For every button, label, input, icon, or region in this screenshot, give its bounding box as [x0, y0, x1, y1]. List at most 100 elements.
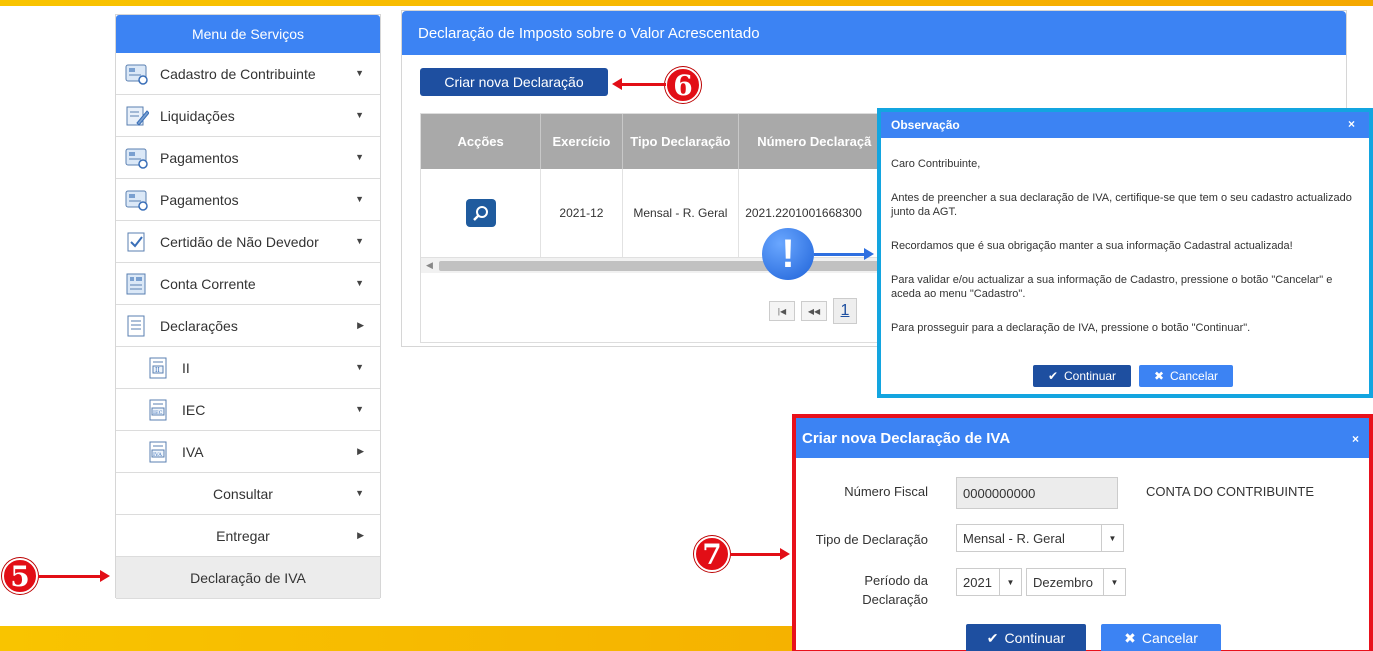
declaration-type-label: Tipo de Declaração [815, 532, 928, 547]
close-icon: ✖ [1153, 369, 1165, 383]
period-label: Período da Declaração [816, 573, 928, 607]
sidebar-item-label: Liquidações [160, 107, 235, 124]
sidebar-item-label: Consultar [213, 485, 273, 502]
sidebar-item-consultar[interactable]: Consultar ▼ [116, 473, 380, 515]
caret-down-icon: ▼ [355, 488, 364, 498]
sidebar-item-iec[interactable]: IEC IEC ▼ [116, 389, 380, 431]
chevron-down-icon: ▼ [999, 569, 1021, 595]
account-label: CONTA DO CONTRIBUINTE [1146, 484, 1315, 499]
period-label-line: Declaração [862, 592, 928, 607]
continue-label: Continuar [1064, 369, 1117, 383]
declaration-type-value: Mensal - R. Geral [963, 530, 1065, 546]
sidebar-item-label: Declaração de IVA [190, 569, 306, 586]
column-header[interactable]: Exercício [540, 114, 623, 169]
year-select[interactable]: 2021 ▼ [956, 568, 1022, 596]
caret-down-icon: ▼ [355, 152, 364, 162]
create-dialog-header: Criar nova Declaração de IVA × [796, 418, 1369, 458]
create-continue-button[interactable]: ✔ Continuar [966, 624, 1086, 651]
close-icon[interactable]: × [1348, 117, 1355, 131]
observation-paragraph: Para validar e/ou actualizar a sua infor… [891, 274, 1333, 300]
sidebar-item-ii[interactable]: II II ▼ [116, 347, 380, 389]
sidebar-item-certidao[interactable]: Certidão de Não Devedor ▼ [116, 221, 380, 263]
card-icon [124, 62, 150, 86]
type-cell: Mensal - R. Geral [622, 169, 740, 257]
document-icon [124, 314, 150, 338]
caret-down-icon: ▼ [355, 68, 364, 78]
observation-paragraph: Recordamos que é sua obrigação manter a … [891, 240, 1293, 252]
chevron-down-icon: ▼ [1103, 569, 1125, 595]
declaration-type-select[interactable]: Mensal - R. Geral ▼ [956, 524, 1124, 552]
column-header[interactable]: Tipo Declaração [622, 114, 740, 169]
arrow-left-icon [612, 78, 622, 90]
create-declaration-button[interactable]: Criar nova Declaração [420, 68, 608, 96]
sidebar-item-declaracoes[interactable]: Declarações ▶ [116, 305, 380, 347]
column-header[interactable]: Número Declaraçã [738, 114, 879, 169]
view-button[interactable] [465, 199, 496, 227]
caret-down-icon: ▼ [355, 194, 364, 204]
sidebar-item-pagamentos[interactable]: Pagamentos ▼ [116, 137, 380, 179]
column-header[interactable]: Acções [421, 114, 542, 169]
current-page-link[interactable]: 1 [833, 298, 857, 324]
actions-cell [421, 169, 542, 257]
sidebar-item-declaracao-iva[interactable]: Declaração de IVA [116, 557, 380, 599]
close-icon: ✖ [1124, 629, 1136, 646]
continue-button[interactable]: ✔ Continuar [1033, 365, 1131, 387]
sidebar-item-label: Pagamentos [160, 149, 239, 166]
previous-page-button[interactable]: ◀◀ [801, 301, 827, 321]
create-cancel-button[interactable]: ✖ Cancelar [1101, 624, 1221, 651]
checked-document-icon [124, 230, 150, 254]
observation-dialog: Observação × Caro Contribuinte, Antes de… [877, 108, 1373, 398]
arrow-right-icon [864, 248, 874, 260]
arrow-line [730, 553, 780, 556]
observation-dialog-header: Observação × [881, 112, 1369, 138]
arrow-line [622, 83, 666, 86]
caret-right-icon: ▶ [357, 320, 364, 330]
document-ii-icon: II [146, 356, 172, 380]
chevron-down-icon: ▼ [1101, 525, 1123, 551]
sidebar-item-label: Pagamentos [160, 191, 239, 208]
create-declaration-dialog: Criar nova Declaração de IVA × Número Fi… [792, 414, 1373, 651]
nif-label: Número Fiscal [844, 484, 928, 499]
scrollbar-thumb[interactable] [439, 261, 879, 271]
sidebar-item-entregar[interactable]: Entregar ▶ [116, 515, 380, 557]
observation-greeting: Caro Contribuinte, [891, 158, 981, 170]
caret-down-icon: ▼ [355, 278, 364, 288]
sidebar-item-label: Conta Corrente [160, 275, 256, 292]
sidebar-item-label: IVA [182, 443, 204, 460]
caret-right-icon: ▶ [357, 446, 364, 456]
document-iec-icon: IEC [146, 398, 172, 422]
arrow-right-icon [100, 570, 110, 582]
sidebar-item-cadastro[interactable]: Cadastro de Contribuinte ▼ [116, 53, 380, 95]
caret-down-icon: ▼ [355, 362, 364, 372]
sidebar-item-iva[interactable]: IVA IVA ▶ [116, 431, 380, 473]
card-icon [124, 146, 150, 170]
first-page-button[interactable]: |◀ [769, 301, 795, 321]
nif-field: 0000000000 [956, 477, 1118, 509]
edit-document-icon [124, 104, 150, 128]
arrow-line [38, 575, 100, 578]
card-icon [124, 188, 150, 212]
cancel-button[interactable]: ✖ Cancelar [1139, 365, 1233, 387]
scroll-left-icon[interactable]: ◀ [426, 260, 433, 271]
month-select[interactable]: Dezembro ▼ [1026, 568, 1126, 596]
cancel-label: Cancelar [1170, 369, 1219, 383]
sidebar-title: Menu de Serviços [116, 15, 380, 53]
sidebar-item-pagamentos-2[interactable]: Pagamentos ▼ [116, 179, 380, 221]
svg-text:IVA: IVA [153, 452, 162, 458]
caret-down-icon: ▼ [355, 236, 364, 246]
search-icon [472, 206, 488, 221]
pagination: |◀ ◀◀ 1 [769, 298, 857, 324]
panel-title: Declaração de Imposto sobre o Valor Acre… [402, 11, 1346, 55]
period-label-line: Período da [864, 573, 928, 588]
check-icon: ✔ [986, 629, 999, 646]
close-icon[interactable]: × [1352, 432, 1359, 446]
step-badge-5: 5 [2, 558, 38, 594]
sidebar-item-liquidacoes[interactable]: Liquidações ▼ [116, 95, 380, 137]
sidebar-item-conta-corrente[interactable]: Conta Corrente ▼ [116, 263, 380, 305]
declarations-table: Acções Exercício Tipo Declaração Número … [420, 113, 880, 343]
observation-paragraph: Antes de preencher a sua declaração de I… [891, 192, 1352, 218]
document-iva-icon: IVA [146, 440, 172, 464]
ledger-icon [124, 272, 150, 296]
sidebar-item-label: IEC [182, 401, 206, 418]
step-badge-6: 6 [665, 67, 701, 103]
